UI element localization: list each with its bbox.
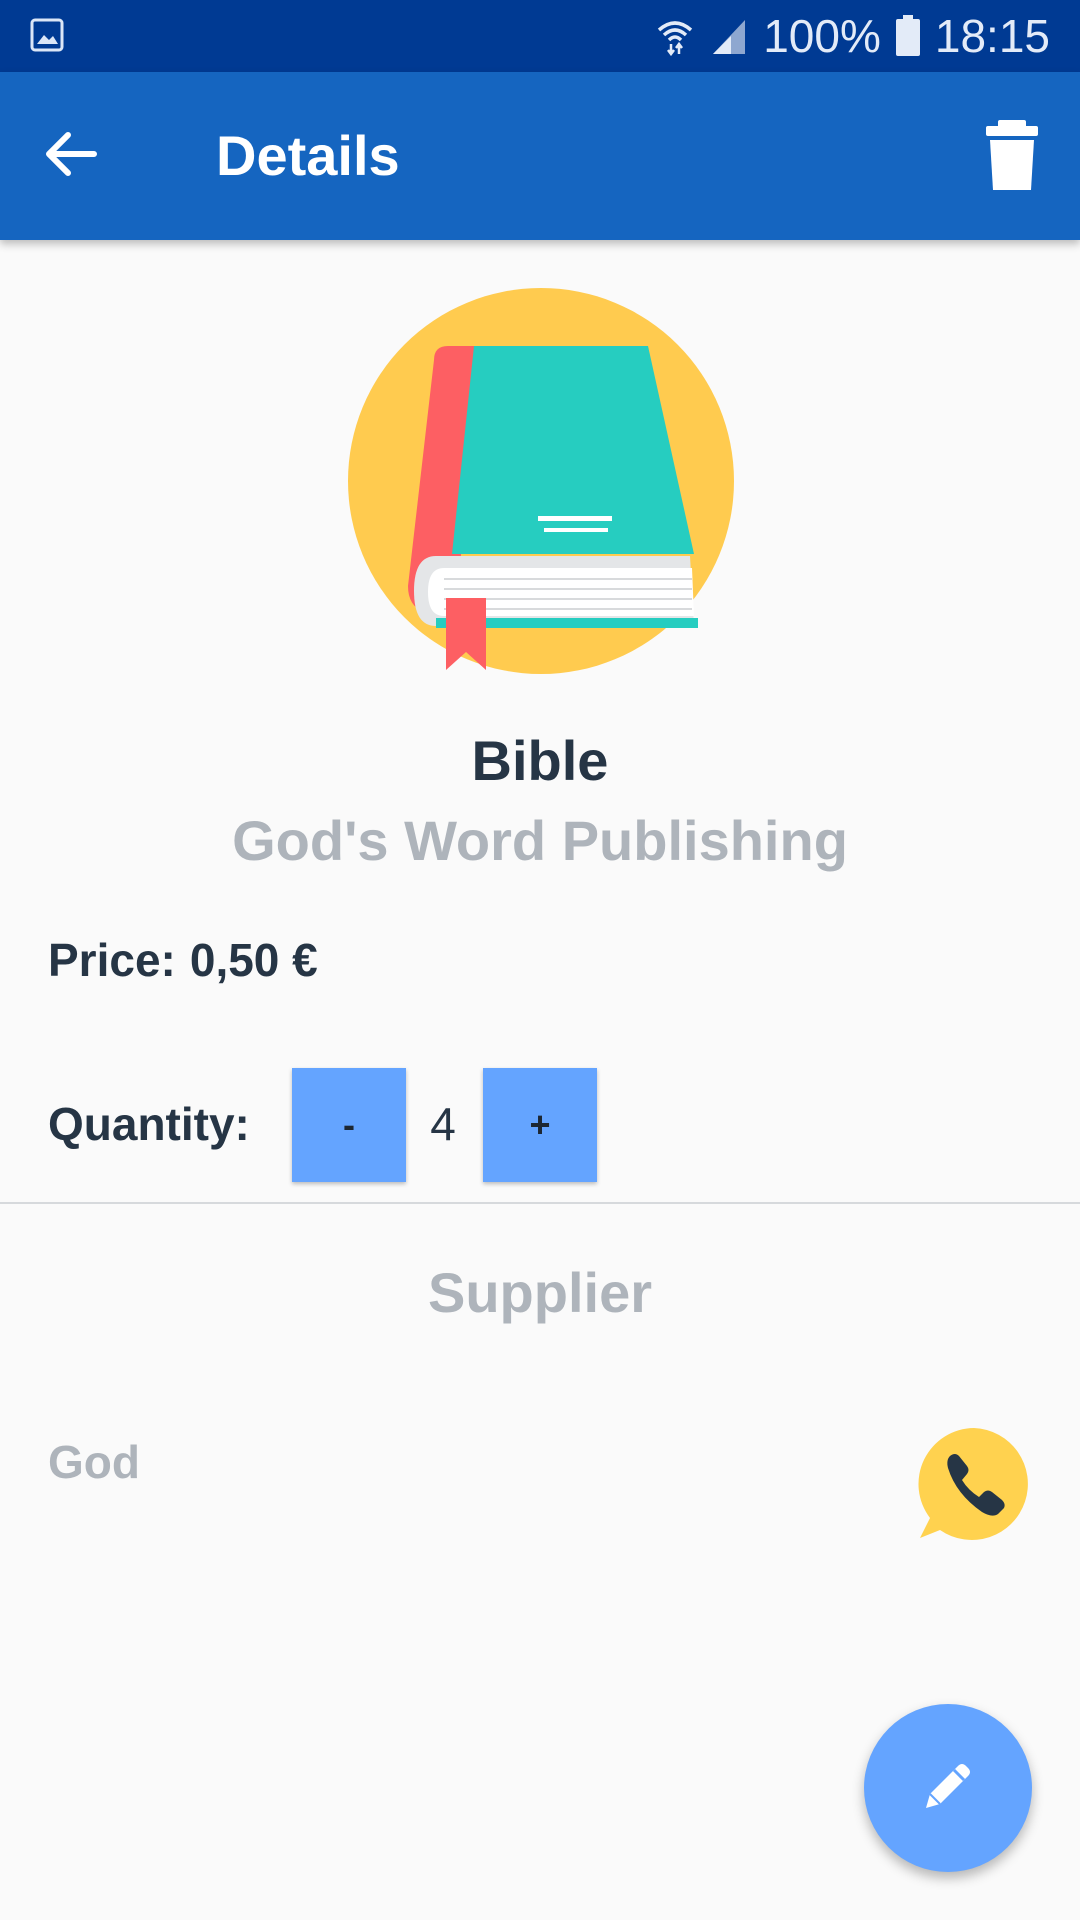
page-title: Details <box>216 124 400 187</box>
edit-fab[interactable] <box>864 1704 1032 1872</box>
supplier-name: God <box>48 1436 140 1488</box>
divider <box>0 1202 1080 1204</box>
supplier-heading: Supplier <box>427 1261 653 1324</box>
back-button[interactable] <box>40 122 104 186</box>
product-publisher: God's Word Publishing <box>232 809 848 872</box>
app-bar: Details <box>0 72 1080 240</box>
phone-icon <box>916 1428 1034 1548</box>
details-screen: 100% 18:15 Details Bible God's Word Publ… <box>0 0 1080 1920</box>
book-icon <box>346 288 736 680</box>
price-value: 0,50 € <box>189 934 318 986</box>
pencil-icon <box>920 1758 976 1819</box>
price-row: Price: 0,50 € <box>48 930 318 990</box>
quantity-value: 4 <box>430 1098 456 1150</box>
status-indicators: 100% 18:15 <box>655 0 1050 72</box>
product-name: Bible <box>471 729 609 792</box>
battery-icon <box>895 15 921 57</box>
product-image <box>346 286 736 676</box>
trash-icon <box>984 120 1040 196</box>
delete-button[interactable] <box>984 120 1040 192</box>
quantity-row: Quantity: - 4 + <box>48 1068 648 1182</box>
price-label: Price: <box>48 934 176 986</box>
call-supplier-button[interactable] <box>916 1426 1034 1544</box>
decrement-button[interactable]: - <box>292 1068 406 1182</box>
increment-button[interactable]: + <box>483 1068 597 1182</box>
clock: 18:15 <box>934 10 1050 62</box>
gallery-icon <box>30 18 64 52</box>
quantity-label: Quantity: <box>48 1098 250 1150</box>
wifi-icon <box>655 16 695 56</box>
battery-level: 100% <box>763 10 881 62</box>
signal-icon <box>709 16 749 56</box>
status-bar: 100% 18:15 <box>0 0 1080 72</box>
arrow-back-icon <box>40 132 104 190</box>
